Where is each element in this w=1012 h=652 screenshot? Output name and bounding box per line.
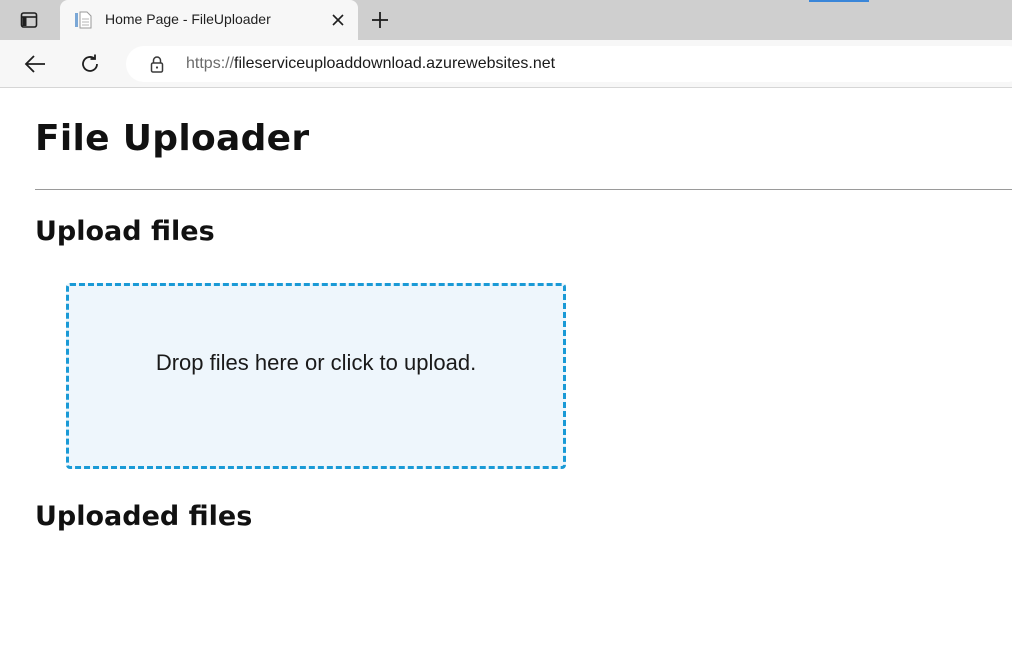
tab-title: Home Page - FileUploader xyxy=(105,11,271,27)
divider xyxy=(35,189,1012,190)
reload-icon[interactable] xyxy=(76,50,104,78)
url-text[interactable]: https://fileserviceuploaddownload.azurew… xyxy=(186,55,555,73)
url-scheme: https:// xyxy=(186,55,235,72)
tabstrip-accent xyxy=(809,0,869,2)
page-content: File Uploader Upload files Drop files he… xyxy=(0,89,1012,652)
upload-files-heading: Upload files xyxy=(35,216,215,247)
back-arrow-icon[interactable] xyxy=(21,50,49,78)
file-dropzone[interactable]: Drop files here or click to upload. xyxy=(66,283,566,469)
close-icon[interactable] xyxy=(328,10,348,30)
page-title: File Uploader xyxy=(35,118,310,159)
page-favicon-icon xyxy=(74,11,92,29)
dropzone-message: Drop files here or click to upload. xyxy=(155,350,477,375)
address-bar[interactable]: https://fileserviceuploaddownload.azurew… xyxy=(126,46,1012,82)
uploaded-files-heading: Uploaded files xyxy=(35,501,253,532)
tab-actions-icon[interactable] xyxy=(12,8,46,32)
url-host: fileserviceuploaddownload.azurewebsites.… xyxy=(234,55,556,72)
active-tab[interactable]: Home Page - FileUploader xyxy=(60,0,358,40)
plus-icon[interactable] xyxy=(368,8,392,32)
browser-toolbar: https://fileserviceuploaddownload.azurew… xyxy=(0,40,1012,88)
lock-icon[interactable] xyxy=(148,55,166,73)
tab-strip: Home Page - FileUploader xyxy=(0,0,1012,40)
